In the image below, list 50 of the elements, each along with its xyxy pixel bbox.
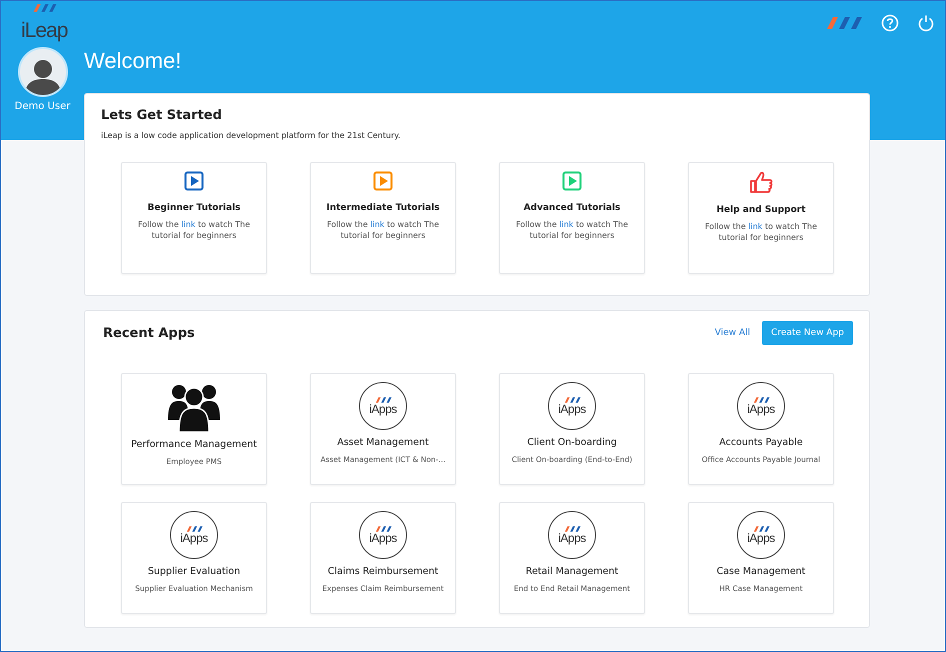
stripes-icon	[752, 397, 770, 403]
stripes-icon	[374, 526, 392, 532]
stripes-icon	[374, 397, 392, 403]
app-logo: iApps	[548, 511, 596, 559]
card-description: Follow the link to watch The tutorial for beginners	[326, 219, 440, 241]
stripes-icon	[563, 397, 581, 403]
card-title: Help and Support	[716, 205, 806, 215]
help-icon[interactable]	[881, 14, 899, 32]
app-logo: iApps	[737, 511, 785, 559]
app-logo: iApps	[359, 382, 407, 430]
app-name: Case Management	[716, 566, 806, 577]
stripes-icon	[185, 526, 203, 532]
tutorial-card[interactable]: Intermediate Tutorials Follow the link to watch The tutorial for beginners	[310, 162, 456, 274]
panel-title: Lets Get Started	[101, 108, 223, 123]
app-name: Supplier Evaluation	[148, 566, 240, 577]
app-name: Claims Reimbursement	[328, 566, 438, 577]
card-description: Follow the link to watch The tutorial for beginners	[704, 221, 818, 243]
tutorial-card[interactable]: Advanced Tutorials Follow the link to watch The tutorial for beginners	[499, 162, 645, 274]
app-name: Client On-boarding	[527, 437, 617, 448]
tutorial-link[interactable]: link	[559, 220, 574, 229]
logo: iLeap	[21, 20, 68, 42]
app-logo: iApps	[170, 511, 218, 559]
card-title: Intermediate Tutorials	[326, 203, 440, 213]
card-title: Advanced Tutorials	[524, 203, 620, 213]
tutorial-link[interactable]: link	[181, 220, 196, 229]
panel-title: Recent Apps	[102, 326, 195, 340]
people-icon	[167, 382, 221, 432]
app-name: Accounts Payable	[719, 437, 803, 448]
tutorial-card[interactable]: Help and Support Follow the link to watch The tutorial for beginners	[688, 162, 834, 274]
welcome-heading: Welcome!	[84, 47, 182, 75]
stripes-icon	[752, 526, 770, 532]
intro-text: iLeap is a low code application development platform for the 21st Century.	[101, 131, 402, 140]
tutorial-card[interactable]: Beginner Tutorials Follow the link to watch The tutorial for beginners	[121, 162, 267, 274]
app-logo: iApps	[359, 511, 407, 559]
card-title: Beginner Tutorials	[147, 203, 241, 213]
card-description: Follow the link to watch The tutorial for beginners	[136, 219, 252, 241]
tutorial-link[interactable]: link	[370, 220, 384, 229]
app-logo: iApps	[737, 382, 785, 430]
tutorial-link[interactable]: link	[748, 222, 762, 231]
logo-stripes-icon	[31, 4, 58, 12]
view-all-link[interactable]: View All	[714, 328, 750, 338]
card-description: Follow the link to watch The tutorial for beginners	[514, 219, 630, 241]
user-name: Demo User	[14, 101, 70, 112]
app-logo: iApps	[548, 382, 596, 430]
app-name: Asset Management	[337, 437, 429, 448]
app-name: Retail Management	[526, 566, 618, 577]
user-avatar	[18, 47, 68, 97]
app-name: Performance Management	[131, 439, 257, 450]
power-icon[interactable]	[917, 14, 935, 32]
stripes-icon	[563, 526, 581, 532]
